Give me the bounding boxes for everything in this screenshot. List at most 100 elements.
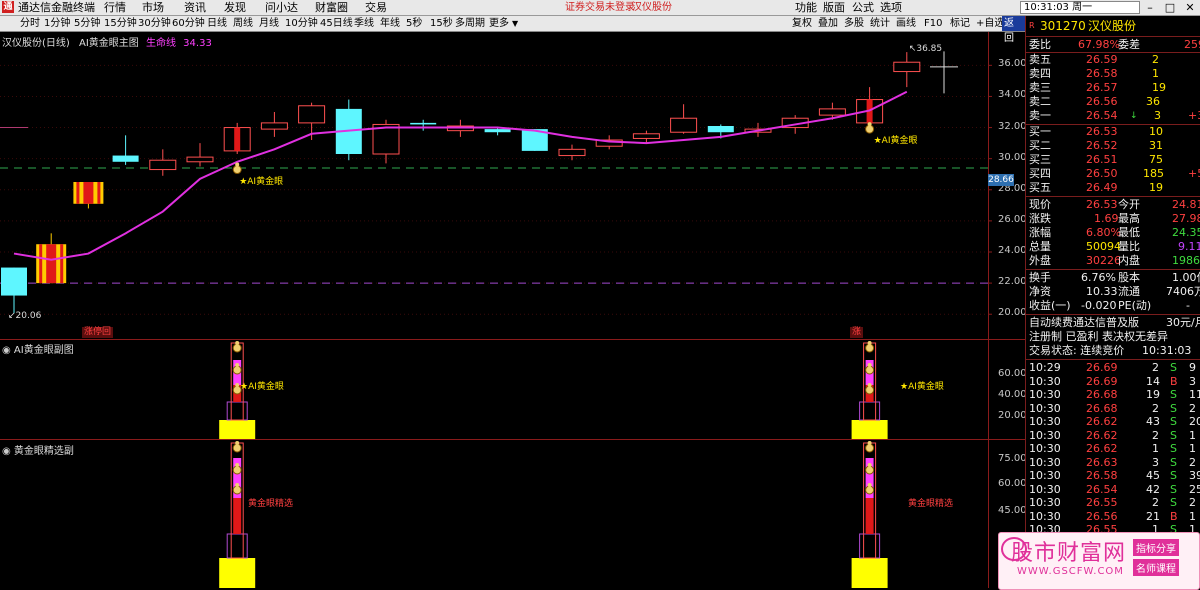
ask-row-4[interactable]: 卖四 26.58 1 [1026, 67, 1200, 81]
gourd-body [865, 365, 875, 375]
fin-label: 流通 [1118, 285, 1140, 298]
tick-time: 10:30 [1029, 469, 1061, 482]
period-15sec[interactable]: 15秒 [430, 16, 453, 31]
tool-tongji[interactable]: 统计 [870, 16, 890, 31]
period-quarterly[interactable]: 季线 [354, 16, 374, 31]
low-value: 20.06 [15, 311, 42, 322]
tick-price: 26.62 [1086, 428, 1118, 442]
sub1-chart[interactable] [0, 340, 1025, 439]
tick-volume: 2 [1152, 401, 1159, 415]
trade-login-notice[interactable]: 证券交易未登录 [565, 0, 635, 15]
period-1min[interactable]: 1分钟 [44, 16, 70, 31]
sub1-tick-20: 20.00 [998, 410, 1027, 421]
tool-diejia[interactable]: 叠加 [818, 16, 838, 31]
bid-row-2[interactable]: 买二 26.52 31 [1026, 139, 1200, 153]
bid-row-1[interactable]: 买一 26.53 10 [1026, 125, 1200, 139]
main-candle-chart[interactable] [0, 32, 1025, 339]
low-arrow-icon: ↙ [8, 311, 16, 322]
tick-direction: S [1170, 482, 1177, 496]
bid-row-4[interactable]: 买四 26.50 185 +5 [1026, 167, 1200, 181]
sep-7 [1026, 359, 1200, 360]
sub1-signal-1: ★AI黄金眼 [240, 382, 284, 392]
menu-xuanxiang[interactable]: 选项 [880, 0, 902, 15]
fin-label: 换手 [1029, 271, 1051, 284]
menu-shichang[interactable]: 市场 [142, 0, 164, 15]
gourd-body [232, 465, 242, 475]
tick-count: 2 [1189, 455, 1196, 469]
tool-duogu[interactable]: 多股 [844, 16, 864, 31]
ask-row-3[interactable]: 卖三 26.57 19 [1026, 81, 1200, 95]
ask-price: 26.59 [1086, 53, 1118, 66]
weibi-value: 67.98% [1078, 38, 1120, 51]
fin-value: -0.020 [1081, 299, 1117, 312]
tool-add-watch[interactable]: +自选 [976, 16, 1004, 31]
menu-gongshi[interactable]: 公式 [852, 0, 874, 15]
ask-label: 卖四 [1029, 67, 1051, 80]
stat-value: 30226 [1086, 254, 1121, 267]
menu-zixun[interactable]: 资讯 [184, 0, 206, 15]
period-daily[interactable]: 日线 [207, 16, 227, 31]
ask-vol: 19 [1152, 81, 1166, 94]
tick-row: 10:30 26.68 19 S 11 [1026, 388, 1200, 402]
menu-hangqing[interactable]: 行情 [104, 0, 126, 15]
period-more[interactable]: 更多 [489, 16, 509, 31]
sub1-signal-2: ★AI黄金眼 [900, 382, 944, 392]
period-monthly[interactable]: 月线 [259, 16, 279, 31]
menu-jiaoyi[interactable]: 交易 [365, 0, 387, 15]
menu-caifuquan[interactable]: 财富圈 [315, 0, 348, 15]
menu-banmian[interactable]: 版面 [823, 0, 845, 15]
minimize-icon[interactable]: – [1140, 0, 1160, 15]
tool-fuquan[interactable]: 复权 [792, 16, 812, 31]
period-5min[interactable]: 5分钟 [74, 16, 100, 31]
tool-back[interactable]: 返回 [1002, 16, 1025, 44]
menu-gongneng[interactable]: 功能 [795, 0, 817, 15]
stat-label: 涨跌 [1029, 212, 1051, 225]
ask-row-1[interactable]: 卖一 26.54 ↓ 3 +3 [1026, 109, 1200, 123]
tick-price: 26.63 [1086, 455, 1118, 469]
promo-row-1[interactable]: 自动续费通达信普及版 30元/月 [1026, 316, 1200, 330]
fin-value: - [1186, 299, 1190, 312]
bid-label: 买四 [1029, 167, 1051, 180]
tool-huaxian[interactable]: 画线 [896, 16, 916, 31]
period-multi[interactable]: 多周期 [455, 16, 485, 31]
close-icon[interactable]: ✕ [1180, 0, 1200, 15]
period-45day[interactable]: 45日线 [320, 16, 353, 31]
candle-limit-stripe [76, 182, 80, 204]
candle-body-cyan [410, 122, 437, 125]
menu-faxian[interactable]: 发现 [224, 0, 246, 15]
stat-label: 今开 [1118, 198, 1140, 211]
period-30min[interactable]: 30分钟 [138, 16, 171, 31]
tool-f10[interactable]: F10 [924, 16, 942, 31]
current-price-tag: 28.66 [988, 173, 1014, 186]
signal-outline [226, 401, 248, 421]
bid-row-5[interactable]: 买五 26.49 19 [1026, 181, 1200, 195]
weibi-row: 委比 67.98% 委差 259 [1026, 38, 1200, 52]
watermark-banner[interactable]: 股市财富网 指标分享 名师课程 WWW.GSCFW.COM [998, 532, 1200, 590]
bid-price: 26.51 [1086, 153, 1118, 166]
tick-time: 10:30 [1029, 442, 1061, 455]
tick-volume: 2 [1152, 361, 1159, 374]
weicha-label: 委差 [1118, 38, 1140, 51]
ask-row-2[interactable]: 卖二 26.56 36 [1026, 95, 1200, 109]
tick-direction: S [1170, 388, 1177, 401]
period-yearly[interactable]: 年线 [380, 16, 400, 31]
period-60min[interactable]: 60分钟 [172, 16, 205, 31]
tool-biaoji[interactable]: 标记 [950, 16, 970, 31]
tick-price: 26.62 [1086, 442, 1118, 455]
sep-5 [1026, 269, 1200, 270]
period-5sec[interactable]: 5秒 [406, 16, 422, 31]
tick-time: 10:30 [1029, 401, 1061, 415]
more-arrow-icon[interactable]: ▼ [512, 16, 518, 31]
gold-eye-gourd-icon [865, 122, 875, 134]
promo-text[interactable]: 自动续费通达信普及版 [1029, 316, 1139, 330]
period-10min[interactable]: 10分钟 [285, 16, 318, 31]
period-weekly[interactable]: 周线 [233, 16, 253, 31]
bid-row-3[interactable]: 买三 26.51 75 [1026, 153, 1200, 167]
maximize-icon[interactable]: □ [1160, 0, 1180, 15]
menu-wenxiaoda[interactable]: 问小达 [265, 0, 298, 15]
period-fenshi[interactable]: 分时 [20, 16, 40, 31]
tick-row: 10:30 26.69 14 B 3 [1026, 375, 1200, 389]
ask-row-5[interactable]: 卖五 26.59 2 [1026, 53, 1200, 67]
period-15min[interactable]: 15分钟 [104, 16, 137, 31]
sub2-chart[interactable] [0, 440, 1025, 588]
